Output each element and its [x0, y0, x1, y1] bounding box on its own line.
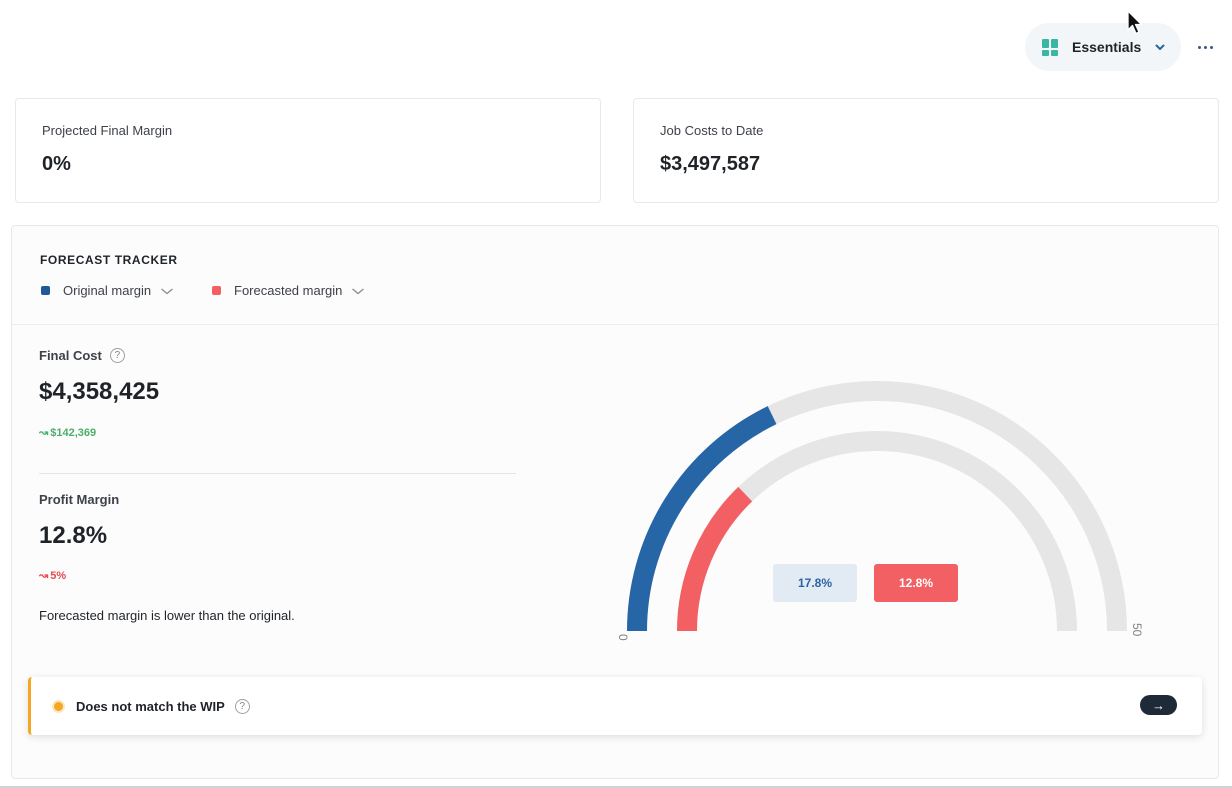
kpi-label: Job Costs to Date [660, 123, 764, 138]
chevron-down-icon [1155, 44, 1165, 50]
final-cost-delta: ↝ $142,369 [39, 426, 97, 440]
legend-original-margin[interactable]: Original margin [41, 283, 174, 298]
forecasted-margin-pill: 12.8% [874, 564, 958, 602]
warning-dot-icon [54, 701, 63, 711]
kpi-label: Projected Final Margin [42, 123, 173, 138]
gauge-arc-forecasted-margin [677, 486, 753, 632]
kpi-value: 0% [42, 153, 71, 175]
legend-swatch [212, 286, 221, 295]
dot [1197, 45, 1201, 49]
view-selector-label: Essentials [1072, 39, 1142, 55]
alert-text: Does not match the WIP [76, 698, 225, 714]
final-cost-label-text: Final Cost [39, 348, 102, 363]
kpi-card-job-costs-to-date: Job Costs to Date $3,497,587 [633, 98, 1219, 203]
chevron-down-icon [161, 287, 174, 294]
forecast-tracker-card: FORECAST TRACKER Original margin Forecas… [11, 225, 1219, 779]
gauge-max-label: 50 [1130, 623, 1144, 637]
margin-comparison-note: Forecasted margin is lower than the orig… [39, 608, 295, 623]
margin-gauge: 0 50 [616, 381, 1144, 641]
divider [39, 473, 516, 474]
gauge-arc-original-margin [627, 406, 777, 632]
legend-label: Original margin [63, 283, 152, 298]
divider [12, 324, 1218, 325]
chevron-down-icon [352, 287, 365, 294]
original-margin-pill: 17.8% [773, 564, 857, 602]
final-cost-delta-value: $142,369 [50, 426, 97, 439]
view-selector-button[interactable]: Essentials [1025, 23, 1181, 71]
trend-arrow-icon: ↝ [39, 427, 49, 439]
more-options-button[interactable] [1191, 33, 1219, 61]
page: Essentials Projected Final Margin 0% Job… [0, 0, 1232, 788]
profit-margin-delta: ↝ 5% [39, 569, 67, 583]
dashboard-grid-icon [1042, 38, 1059, 56]
legend-label: Forecasted margin [234, 283, 343, 298]
wip-mismatch-alert: Does not match the WIP ? → [28, 677, 1202, 735]
trend-arrow-icon: ↝ [39, 570, 49, 582]
mouse-cursor-icon [1127, 10, 1143, 35]
alert-action-button[interactable]: → [1140, 695, 1177, 715]
dot [1203, 45, 1207, 49]
help-icon[interactable]: ? [109, 348, 125, 363]
kpi-card-projected-final-margin: Projected Final Margin 0% [15, 98, 601, 203]
legend-swatch [41, 286, 50, 295]
gauge-track-inner [677, 431, 1077, 632]
profit-margin-label: Profit Margin [39, 492, 120, 507]
final-cost-value: $4,358,425 [39, 378, 160, 405]
help-icon[interactable]: ? [234, 698, 250, 714]
profit-margin-value: 12.8% [39, 522, 108, 549]
kpi-value: $3,497,587 [660, 153, 761, 175]
final-cost-label: Final Cost ? [39, 348, 125, 363]
dot [1209, 45, 1213, 49]
profit-margin-delta-value: 5% [50, 569, 67, 582]
gauge-min-label: 0 [616, 634, 630, 641]
legend-forecasted-margin[interactable]: Forecasted margin [212, 283, 365, 298]
forecast-tracker-title: FORECAST TRACKER [40, 253, 178, 267]
